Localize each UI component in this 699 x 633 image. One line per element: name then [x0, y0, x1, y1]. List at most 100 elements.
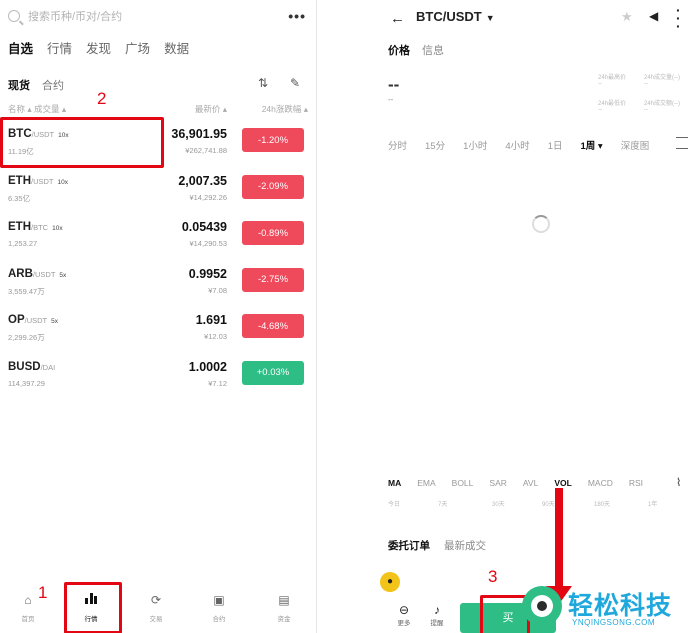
- fiat-price: ¥7.12: [208, 378, 227, 388]
- tab-futures[interactable]: 合约: [42, 77, 64, 93]
- bell-icon: ♪: [434, 603, 440, 617]
- last-price: 0.05439: [181, 220, 227, 234]
- tf-1h[interactable]: 1小时: [463, 138, 487, 152]
- last-price: 36,901.95: [171, 127, 227, 141]
- order-tabs: 委托订单 最新成交: [388, 538, 486, 553]
- more-label: 更多: [397, 620, 411, 627]
- contract-icon: ▣: [213, 593, 225, 607]
- change-badge[interactable]: -1.20%: [242, 128, 304, 152]
- main-tabs: 自选 行情 发现 广场 数据: [8, 38, 189, 57]
- base-asset: ARB: [8, 267, 33, 280]
- market-list-screen: 搜索币种/币对/合约 ••• 自选 行情 发现 广场 数据 现货 合约 ⇅ ✎ …: [0, 0, 317, 633]
- ind-vol[interactable]: VOL: [554, 478, 571, 488]
- market-row[interactable]: ARB/USDT 5x 3,559.47万 0.9952 ¥7.08 -2.75%: [0, 264, 316, 308]
- more-menu-button[interactable]: •••: [288, 8, 306, 24]
- market-row[interactable]: OP/USDT 5x 2,299.26万 1.691 ¥12.03 -4.68%: [0, 310, 316, 354]
- nav-trade[interactable]: ⟳ 交易: [138, 592, 174, 623]
- bulb-icon[interactable]: ●: [380, 572, 400, 592]
- change-badge[interactable]: -2.75%: [242, 267, 304, 292]
- last-price: 2,007.35: [178, 173, 227, 188]
- highlight-market-tab: [64, 582, 122, 633]
- tf-1w[interactable]: 1周 ▾: [580, 138, 602, 152]
- change-badge[interactable]: -2.09%: [242, 174, 304, 199]
- more-button[interactable]: ⊖ 更多: [390, 603, 418, 627]
- quote-asset: /BTC: [31, 223, 49, 232]
- pair-detail-screen: ← BTC/USDT ▼ ★ ◀ · · · 价格 信息 -- -- 24h最高价 -…: [370, 0, 699, 633]
- col-24h-change[interactable]: 24h涨跌幅 ▴: [262, 103, 308, 115]
- indicator-tabs: MA EMA BOLL SAR AVL VOL MACD RSI: [388, 478, 643, 488]
- quote-asset: /DAI: [40, 362, 56, 372]
- period-180d: 180天: [594, 502, 611, 508]
- tab-latest-trades[interactable]: 最新成交: [444, 538, 486, 553]
- nav-home-label: 首页: [21, 616, 35, 623]
- col-last-price[interactable]: 最新价 ▴: [195, 103, 227, 115]
- share-icon[interactable]: ◀: [649, 9, 658, 23]
- edit-icon[interactable]: ✎: [290, 76, 300, 90]
- star-icon[interactable]: ★: [621, 9, 633, 25]
- tab-market[interactable]: 行情: [47, 38, 72, 57]
- loading-spinner-icon: [532, 215, 550, 233]
- market-row[interactable]: BUSD/DAI 114,397.29 1.0002 ¥7.12 +0.03%: [0, 357, 316, 401]
- symbol: ETH/USDT 10x: [8, 175, 68, 187]
- back-arrow-icon[interactable]: ←: [390, 10, 405, 27]
- tf-1d[interactable]: 1日: [548, 138, 563, 152]
- search-bar[interactable]: 搜索币种/币对/合约: [8, 6, 284, 26]
- tab-data[interactable]: 数据: [164, 38, 189, 57]
- market-row[interactable]: ETH/USDT 10x 6.35亿 2,007.35 ¥14,292.26 -2.09%: [0, 171, 316, 215]
- quote-asset: /USDT: [31, 176, 54, 186]
- tf-line[interactable]: 分时: [388, 138, 407, 152]
- tab-discover[interactable]: 发现: [86, 38, 111, 57]
- tab-favorites[interactable]: 自选: [8, 38, 33, 57]
- search-placeholder: 搜索币种/币对/合约: [28, 11, 123, 23]
- nav-futures[interactable]: ▣ 合约: [201, 592, 237, 623]
- pair-selector[interactable]: BTC/USDT ▼: [416, 9, 495, 24]
- tf-4h[interactable]: 4小时: [505, 138, 529, 152]
- ind-macd[interactable]: MACD: [588, 478, 613, 488]
- last-price: 1.691: [195, 313, 227, 327]
- stat-24h-turnover: 24h成交额(--) --: [644, 98, 680, 113]
- vertical-more-icon[interactable]: · · ·: [676, 3, 681, 33]
- ind-boll[interactable]: BOLL: [452, 478, 474, 488]
- red-arrow-shaft: [555, 488, 563, 588]
- tab-spot[interactable]: 现货: [8, 77, 30, 93]
- leverage-badge: 5x: [51, 318, 58, 325]
- sub-tabs: 现货 合约: [8, 77, 64, 93]
- tf-depth[interactable]: 深度图: [621, 138, 650, 152]
- change-badge[interactable]: -4.68%: [242, 314, 304, 338]
- stat-24h-high-label: 24h最高价: [598, 75, 627, 81]
- tab-info[interactable]: 信息: [422, 42, 444, 58]
- highlight-btc-row: [0, 117, 164, 168]
- ind-rsi[interactable]: RSI: [629, 478, 643, 488]
- tf-15m[interactable]: 15分: [425, 138, 445, 152]
- nav-assets[interactable]: ▤ 资金: [266, 592, 302, 623]
- stat-24h-low: 24h最低价 --: [598, 98, 626, 113]
- market-row[interactable]: ETH/BTC 10x 1,253.27 0.05439 ¥14,290.53 -0.89…: [0, 217, 316, 261]
- stat-24h-high: 24h最高价 --: [598, 72, 626, 87]
- ind-sar[interactable]: SAR: [489, 478, 506, 488]
- watermark-name: 轻松科技: [568, 592, 673, 620]
- change-badge[interactable]: +0.03%: [242, 360, 304, 385]
- change-badge[interactable]: -0.89%: [242, 221, 304, 245]
- tab-square[interactable]: 广场: [125, 38, 150, 57]
- tab-price[interactable]: 价格: [388, 42, 410, 58]
- ind-ma[interactable]: MA: [388, 478, 401, 488]
- fiat-price: ¥7.08: [208, 285, 227, 295]
- more-icon: ⊖: [398, 603, 410, 617]
- stat-24h-turnover-label: 24h成交额(--): [644, 101, 681, 107]
- symbol: OP/USDT 5x: [8, 314, 58, 326]
- symbol: BUSD/DAI: [8, 361, 59, 373]
- volume: 1,253.27: [8, 239, 38, 248]
- pair-name: BTC/USDT: [416, 9, 482, 24]
- ind-avl[interactable]: AVL: [523, 478, 538, 488]
- indicator-settings-icon[interactable]: ⌇: [676, 476, 681, 489]
- volume: 6.35亿: [8, 193, 31, 203]
- volume: 3,559.47万: [8, 286, 45, 296]
- alert-button[interactable]: ♪ 提醒: [423, 603, 451, 627]
- ind-ema[interactable]: EMA: [417, 478, 435, 488]
- period-30d: 30天: [492, 502, 505, 508]
- chart-settings-icon[interactable]: [676, 137, 688, 149]
- col-name-volume[interactable]: 名称 ▴ 成交量 ▴: [8, 103, 66, 115]
- tab-open-orders[interactable]: 委托订单: [388, 538, 430, 553]
- sort-toggle-icon[interactable]: ⇅: [258, 76, 268, 90]
- last-price: 1.0002: [188, 359, 227, 374]
